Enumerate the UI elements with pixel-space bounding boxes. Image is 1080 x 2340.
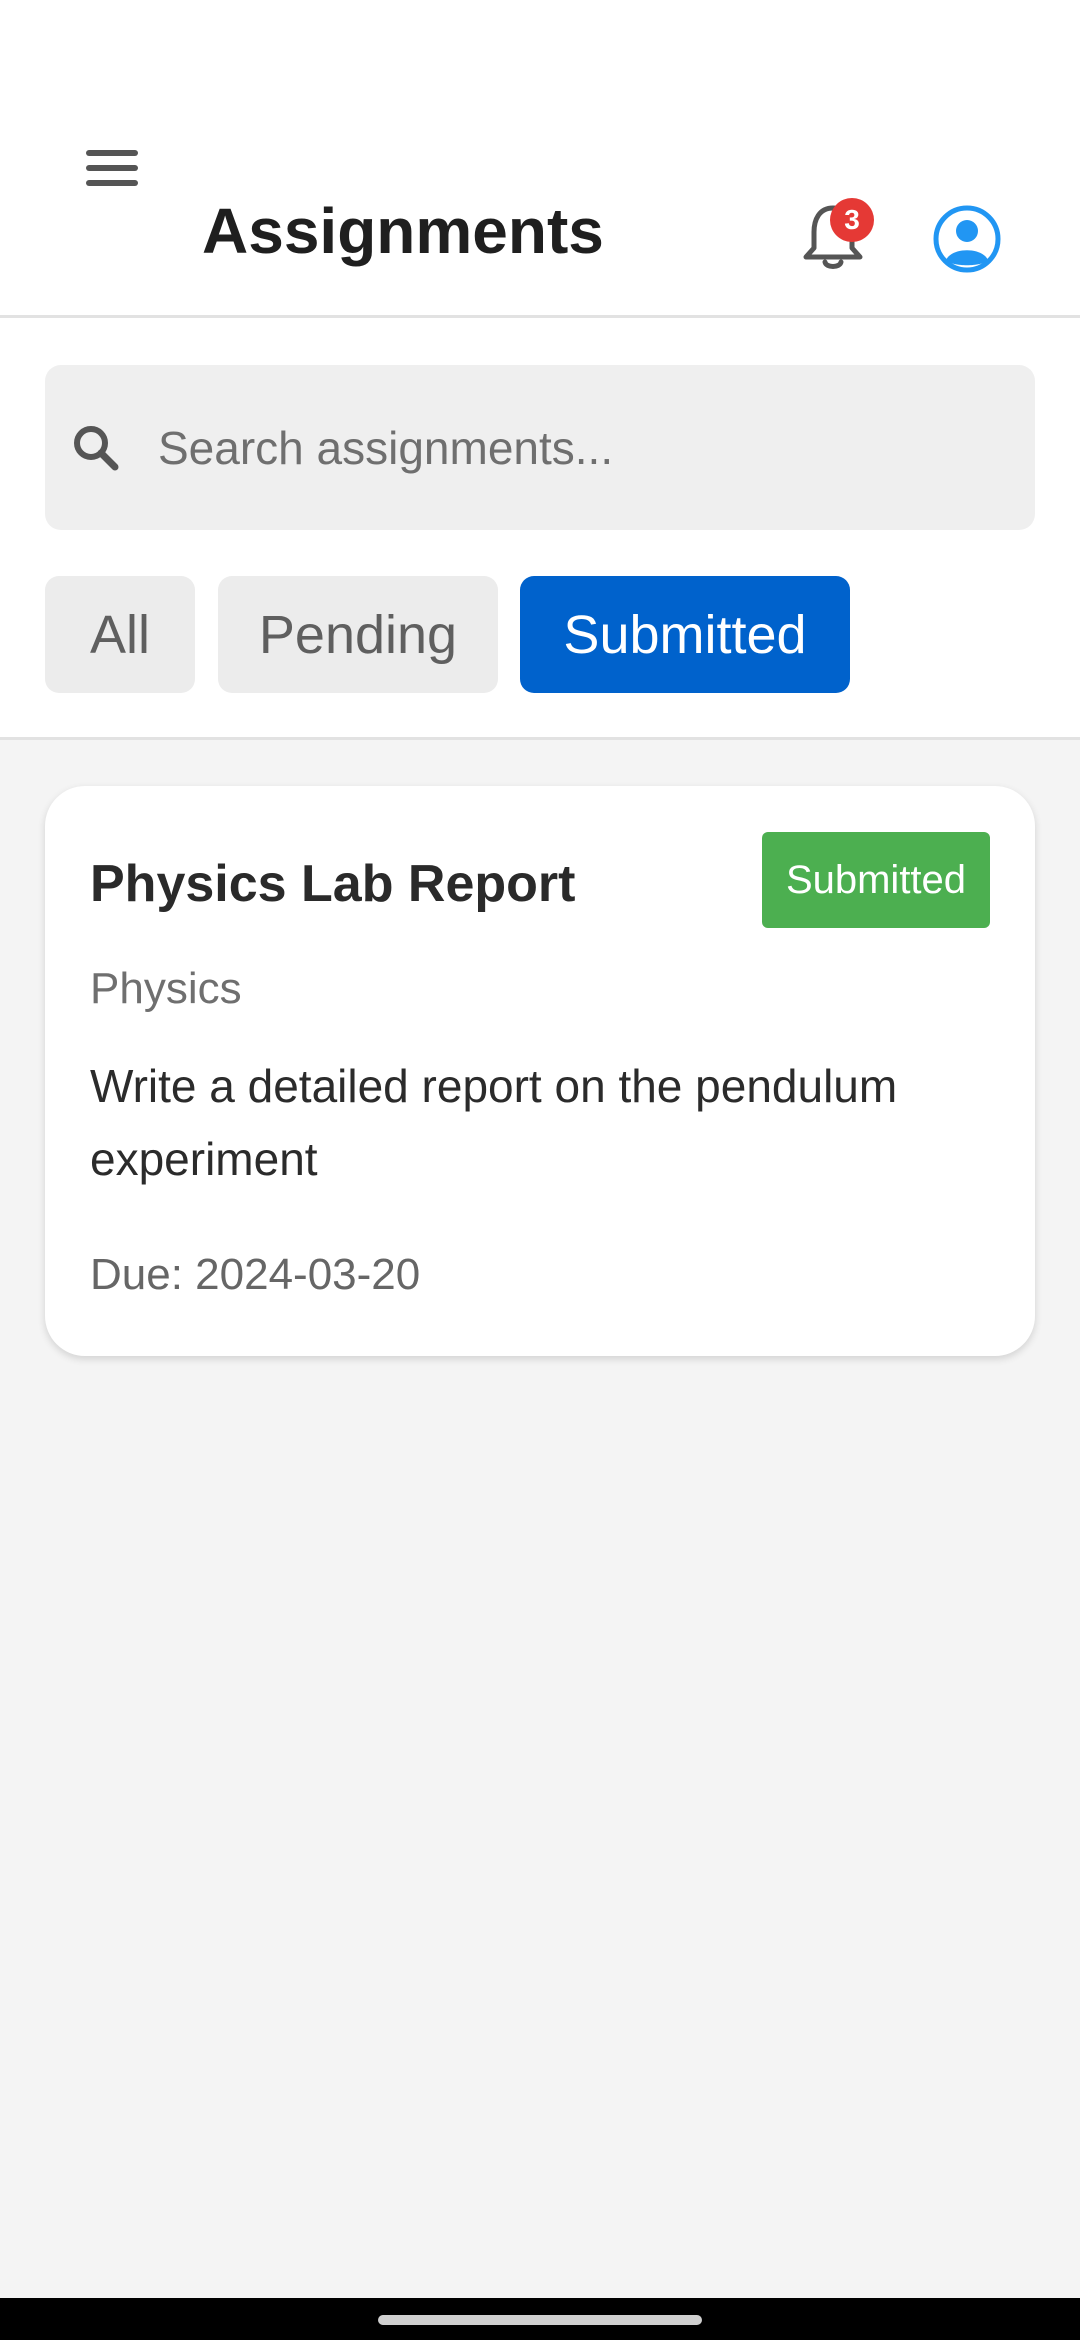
assignment-title: Physics Lab Report bbox=[90, 855, 576, 913]
hamburger-menu-icon-line bbox=[86, 180, 138, 186]
assignment-due-date: Due: 2024-03-20 bbox=[90, 1250, 421, 1299]
assignment-description: Write a detailed report on the pendulum … bbox=[90, 1060, 898, 1185]
filter-chip-pending[interactable]: Pending bbox=[218, 576, 498, 693]
hamburger-menu-icon-line bbox=[86, 165, 138, 171]
notification-count-badge: 3 bbox=[830, 198, 874, 242]
search-icon bbox=[74, 426, 119, 471]
filter-chip-submitted[interactable]: Submitted bbox=[520, 576, 850, 693]
assignment-subject: Physics bbox=[90, 964, 242, 1013]
account-circle-icon bbox=[933, 205, 1001, 273]
page-title: Assignments bbox=[202, 195, 604, 267]
home-indicator[interactable] bbox=[378, 2315, 702, 2325]
menu-button[interactable] bbox=[80, 136, 144, 200]
search-input[interactable] bbox=[158, 410, 998, 486]
filter-chip-all[interactable]: All bbox=[45, 576, 195, 693]
hamburger-menu-icon-line bbox=[86, 150, 138, 156]
profile-button[interactable] bbox=[932, 204, 1002, 274]
status-bar bbox=[0, 0, 1080, 80]
status-badge: Submitted bbox=[762, 832, 990, 928]
